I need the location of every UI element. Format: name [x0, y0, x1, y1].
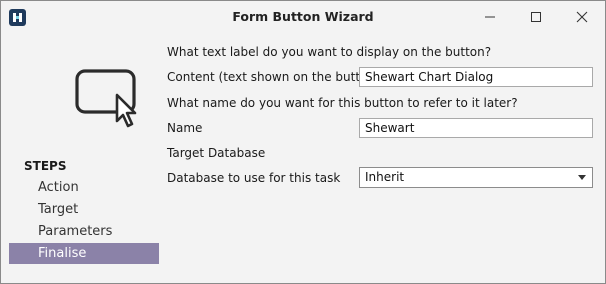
steps-heading: STEPS	[24, 159, 67, 173]
name-question: What name do you want for this button to…	[167, 96, 518, 110]
content-field[interactable]	[359, 67, 593, 87]
button-cursor-icon	[73, 69, 143, 131]
sidebar-item-parameters[interactable]: Parameters	[9, 221, 159, 242]
sidebar-item-finalise[interactable]: Finalise	[9, 243, 159, 264]
sidebar-item-label: Target	[38, 202, 79, 217]
sidebar-item-label: Action	[38, 180, 79, 195]
name-label: Name	[167, 121, 203, 135]
title-bar: Form Button Wizard	[1, 1, 605, 33]
close-button[interactable]	[559, 1, 605, 33]
sidebar-item-label: Finalise	[38, 246, 87, 261]
database-select[interactable]: Inherit	[359, 167, 593, 188]
maximize-icon	[531, 12, 541, 22]
target-database-heading: Target Database	[167, 146, 266, 160]
sidebar-item-label: Parameters	[38, 224, 113, 239]
minimize-icon	[485, 16, 495, 18]
sidebar-item-target[interactable]: Target	[9, 199, 159, 220]
maximize-button[interactable]	[513, 1, 559, 33]
name-field[interactable]	[359, 118, 593, 138]
content-label: Content (text shown on the button)	[167, 70, 380, 84]
minimize-button[interactable]	[467, 1, 513, 33]
database-label: Database to use for this task	[167, 171, 341, 185]
wizard-window: Form Button Wizard STEPS Action Target P…	[0, 0, 606, 284]
database-select-value: Inherit	[365, 170, 405, 184]
chevron-down-icon	[578, 175, 586, 180]
content-question: What text label do you want to display o…	[167, 45, 492, 59]
close-icon	[576, 11, 588, 23]
sidebar-item-action[interactable]: Action	[9, 177, 159, 198]
